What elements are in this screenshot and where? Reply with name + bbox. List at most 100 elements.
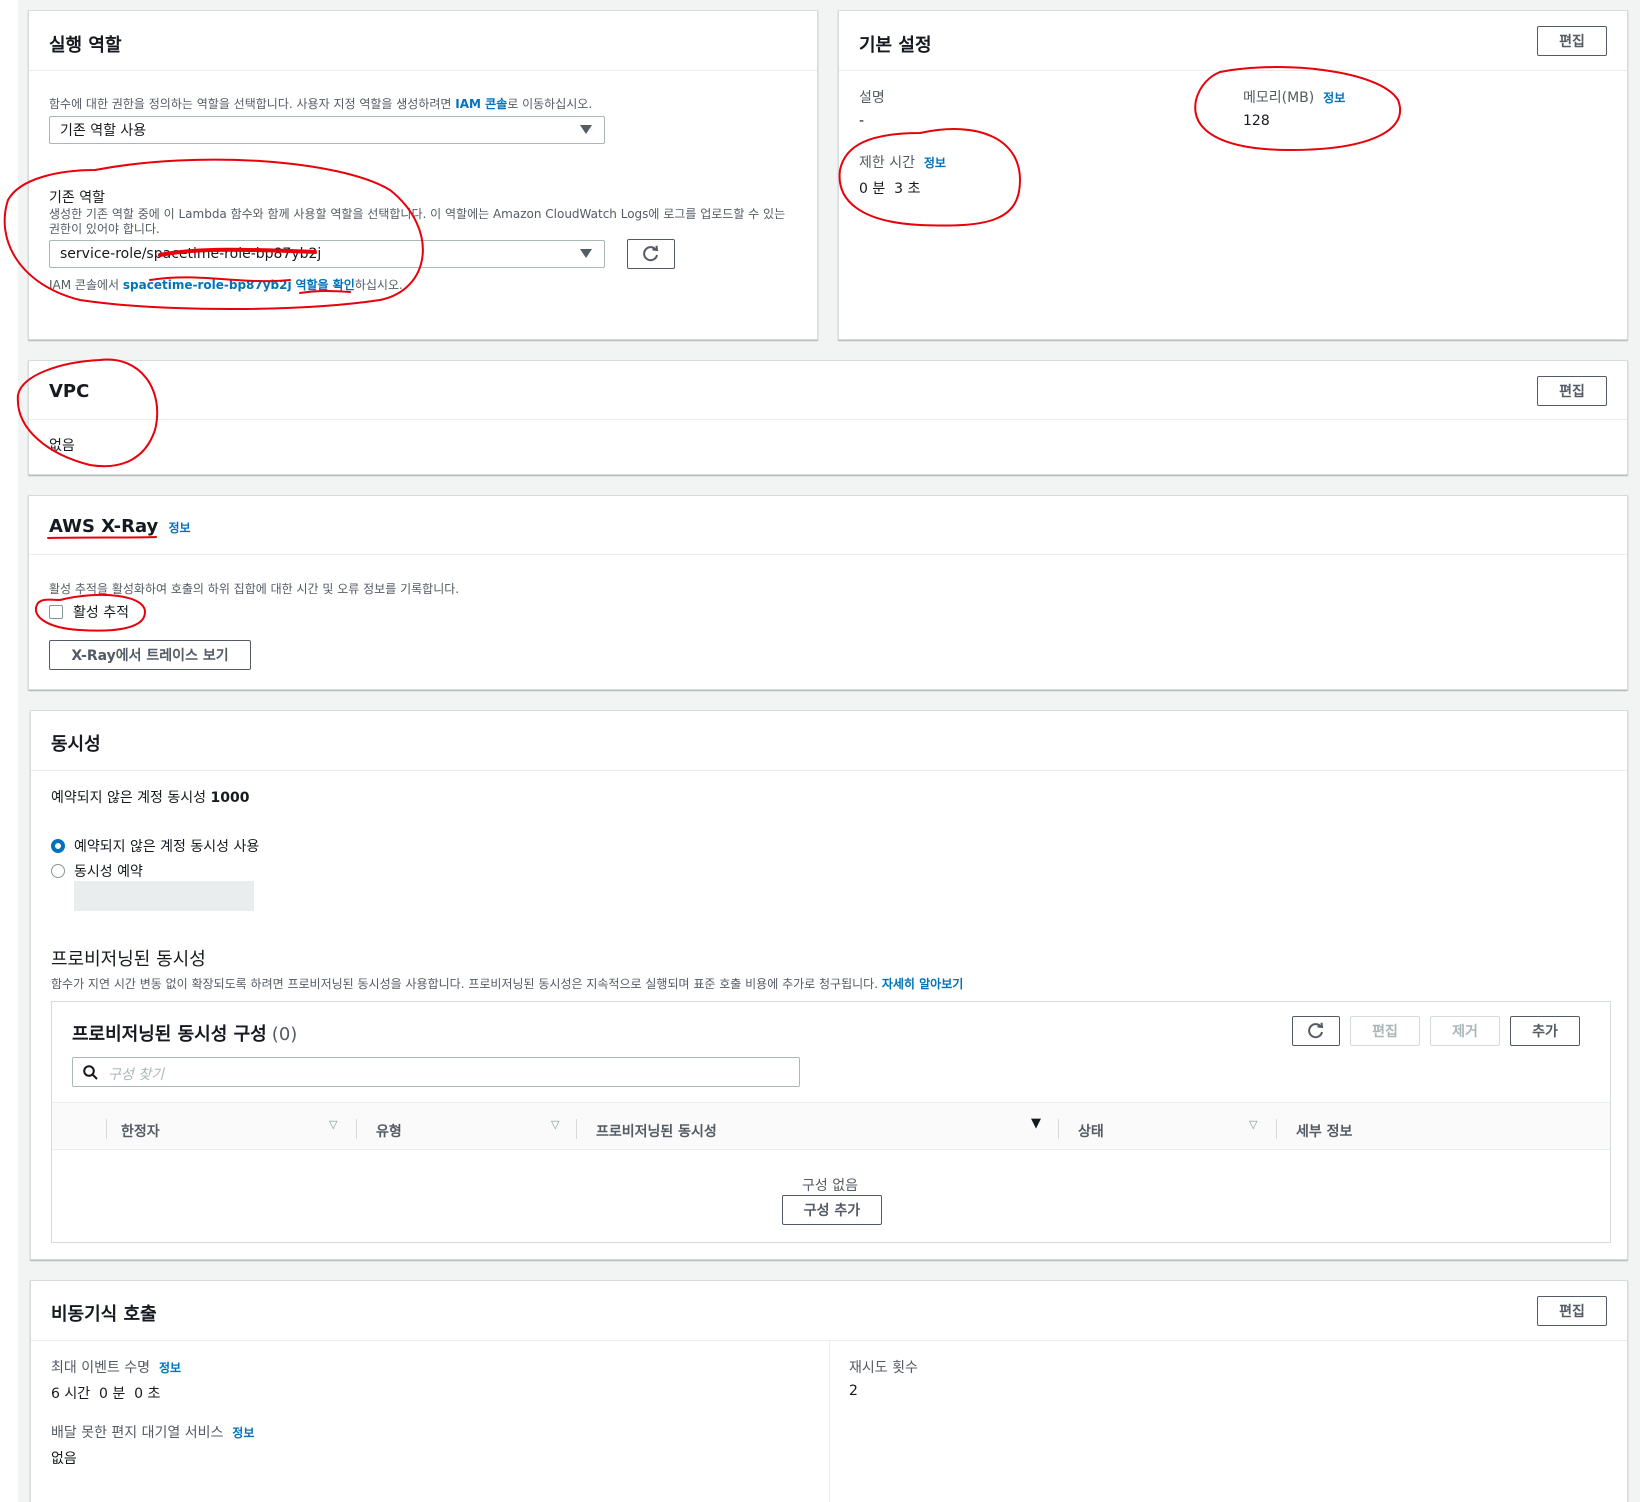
vpc-title: VPC — [49, 381, 90, 402]
basic-settings-title: 기본 설정 — [859, 35, 932, 56]
role-mode-value: 기존 역할 사용 — [60, 123, 147, 139]
config-add-button[interactable]: 추가 — [1510, 1016, 1580, 1046]
column-divider — [356, 1119, 357, 1139]
empty-state-text: 구성 없음 — [802, 1178, 858, 1194]
refresh-roles-button[interactable] — [627, 239, 675, 269]
vpc-value: 없음 — [49, 438, 75, 454]
checkbox-box[interactable] — [49, 605, 63, 619]
search-icon — [83, 1065, 98, 1080]
radio-unselected-icon[interactable] — [51, 864, 65, 878]
memory-field: 메모리(MB) 정보 — [1243, 87, 1345, 107]
radio-selected-icon[interactable] — [51, 839, 65, 853]
unreserved-value: 1000 — [210, 790, 250, 806]
view-role-link[interactable]: 역할을 확인 — [295, 278, 354, 292]
column-separator — [829, 1341, 830, 1502]
refresh-icon — [1308, 1022, 1324, 1039]
column-header-provisioned[interactable]: 프로비저닝된 동시성 — [596, 1121, 717, 1141]
execution-role-title: 실행 역할 — [49, 35, 122, 56]
sort-icon[interactable]: ▽ — [551, 1118, 559, 1131]
description-suffix: 로 이동하십시오. — [507, 97, 593, 111]
existing-role-label: 기존 역할 — [49, 190, 105, 206]
basic-settings-edit-button[interactable]: 편집 — [1537, 26, 1607, 56]
dlq-info-link[interactable]: 정보 — [232, 1426, 254, 1440]
memory-info-link[interactable]: 정보 — [1323, 91, 1345, 105]
dlq-value: 없음 — [51, 1451, 77, 1467]
active-tracing-checkbox[interactable]: 활성 추적 — [49, 602, 129, 622]
radio-reserve[interactable]: 동시성 예약 — [51, 861, 143, 881]
xray-panel: AWS X-Ray 정보 활성 추적을 활성화하여 호출의 하위 집합에 대한 … — [28, 495, 1628, 690]
column-header-details: 세부 정보 — [1296, 1124, 1353, 1140]
active-tracing-label: 활성 추적 — [73, 605, 129, 621]
vpc-edit-button[interactable]: 편집 — [1537, 376, 1607, 406]
execution-role-header — [29, 11, 817, 71]
sort-icon[interactable]: ▽ — [1249, 1118, 1257, 1131]
basic-settings-header — [839, 11, 1627, 71]
max-event-age-info-link[interactable]: 정보 — [159, 1361, 181, 1375]
description-text: 함수에 대한 권한을 정의하는 역할을 선택합니다. 사용자 지정 역할을 생성… — [49, 97, 456, 111]
column-header-qualifier[interactable]: 한정자 — [121, 1121, 160, 1141]
view-role-name-link[interactable]: spacetime-role-bp87yb2j — [123, 278, 292, 292]
xray-title-row: AWS X-Ray 정보 — [49, 516, 191, 537]
async-edit-button[interactable]: 편집 — [1537, 1296, 1607, 1326]
timeout-info-link[interactable]: 정보 — [924, 156, 946, 170]
view-role-prefix: IAM 콘솔에서 — [49, 278, 123, 292]
vpc-panel: VPC 편집 없음 — [28, 360, 1628, 475]
xray-info-link[interactable]: 정보 — [168, 521, 190, 535]
view-role-text: IAM 콘솔에서 spacetime-role-bp87yb2j 역할을 확인하… — [49, 276, 403, 293]
config-search-input[interactable]: 구성 찾기 — [72, 1057, 800, 1087]
column-divider — [1058, 1119, 1059, 1139]
view-traces-button[interactable]: X-Ray에서 트레이스 보기 — [49, 640, 251, 670]
provisioned-desc-text: 함수가 지연 시간 변동 없이 확장되도록 하려면 프로비저닝된 동시성을 사용… — [51, 977, 882, 991]
role-mode-select[interactable]: 기존 역할 사용 — [49, 116, 605, 144]
refresh-icon — [643, 245, 659, 262]
xray-header — [29, 496, 1627, 555]
radio-unreserved[interactable]: 예약되지 않은 계정 동시성 사용 — [51, 836, 259, 856]
left-gutter — [0, 0, 18, 1502]
column-divider — [106, 1119, 107, 1139]
column-header-status[interactable]: 상태 — [1078, 1121, 1104, 1141]
concurrency-header — [31, 711, 1627, 771]
async-title: 비동기식 호출 — [51, 1304, 157, 1325]
config-title: 프로비저닝된 동시성 구성 — [72, 1024, 267, 1045]
config-edit-button[interactable]: 편집 — [1350, 1016, 1420, 1046]
view-role-suffix: 하십시오. — [354, 278, 403, 292]
retry-label: 재시도 횟수 — [849, 1360, 918, 1376]
chevron-down-icon — [580, 249, 592, 258]
config-refresh-button[interactable] — [1292, 1016, 1340, 1046]
dlq-field: 배달 못한 편지 대기열 서비스 정보 — [51, 1422, 254, 1442]
execution-role-description: 함수에 대한 권한을 정의하는 역할을 선택합니다. 사용자 지정 역할을 생성… — [49, 95, 592, 112]
existing-role-help: 생성한 기존 역할 중에 이 Lambda 함수와 함께 사용할 역할을 선택합… — [49, 207, 786, 236]
timeout-field: 제한 시간 정보 — [859, 152, 946, 172]
description-label: 설명 — [859, 90, 885, 106]
column-header-type[interactable]: 유형 — [376, 1121, 402, 1141]
search-placeholder: 구성 찾기 — [108, 1067, 164, 1083]
description-value: - — [859, 113, 865, 129]
concurrency-panel: 동시성 예약되지 않은 계정 동시성 1000 예약되지 않은 계정 동시성 사… — [30, 710, 1628, 1260]
async-header — [31, 1281, 1627, 1341]
iam-console-link[interactable]: IAM 콘솔 — [455, 97, 507, 111]
config-remove-button[interactable]: 제거 — [1430, 1016, 1500, 1046]
execution-role-panel: 실행 역할 함수에 대한 권한을 정의하는 역할을 선택합니다. 사용자 지정 … — [28, 10, 818, 340]
timeout-label: 제한 시간 — [859, 155, 915, 171]
basic-settings-panel: 기본 설정 편집 설명 - 메모리(MB) 정보 128 제한 시간 정보 0 … — [838, 10, 1628, 340]
column-divider — [576, 1119, 577, 1139]
config-count: (0) — [271, 1024, 298, 1045]
xray-title: AWS X-Ray — [49, 516, 159, 537]
sort-icon[interactable]: ▽ — [329, 1118, 337, 1131]
sort-active-icon[interactable]: ▼ — [1031, 1116, 1041, 1131]
concurrency-title: 동시성 — [51, 734, 101, 755]
vpc-header — [29, 361, 1627, 420]
existing-role-select[interactable]: service-role/spacetime-role-bp87yb2j — [49, 240, 605, 268]
provisioned-description: 함수가 지연 시간 변동 없이 확장되도록 하려면 프로비저닝된 동시성을 사용… — [51, 975, 963, 992]
provisioned-title: 프로비저닝된 동시성 — [51, 949, 206, 970]
xray-description: 활성 추적을 활성화하여 호출의 하위 집합에 대한 시간 및 오류 정보를 기… — [49, 582, 460, 596]
add-config-button[interactable]: 구성 추가 — [782, 1195, 882, 1225]
max-event-age-field: 최대 이벤트 수명 정보 — [51, 1357, 181, 1377]
max-event-age-label: 최대 이벤트 수명 — [51, 1360, 151, 1376]
reserve-concurrency-input[interactable] — [74, 881, 254, 911]
learn-more-link[interactable]: 자세히 알아보기 — [882, 977, 963, 991]
radio-reserve-label: 동시성 예약 — [74, 864, 143, 880]
chevron-down-icon — [580, 125, 592, 134]
unreserved-label: 예약되지 않은 계정 동시성 — [51, 790, 211, 806]
async-invocation-panel: 비동기식 호출 편집 최대 이벤트 수명 정보 6 시간 0 분 0 초 재시도… — [30, 1280, 1628, 1502]
